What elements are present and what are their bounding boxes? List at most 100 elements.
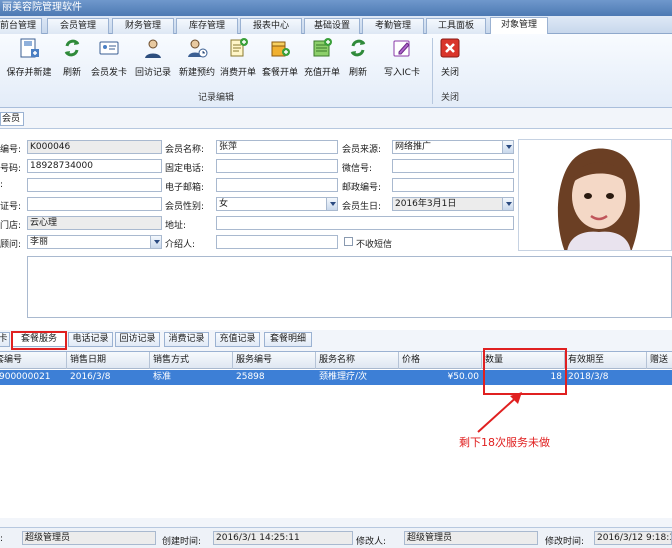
consume-order-icon bbox=[230, 38, 248, 57]
row3-field[interactable] bbox=[27, 178, 162, 192]
id-no-field[interactable] bbox=[27, 197, 162, 211]
cell-gift bbox=[647, 370, 672, 385]
close-label: 关闭 bbox=[440, 68, 459, 78]
grid-header: 套编号 销售日期 销售方式 服务编号 服务名称 价格 数量 有效期至 赠送 bbox=[0, 352, 672, 369]
annotation-box-package-tab bbox=[11, 331, 67, 350]
tab-inventory[interactable]: 库存管理 bbox=[176, 18, 238, 34]
tab-finance[interactable]: 财务管理 bbox=[112, 18, 174, 34]
write-card-button[interactable]: 写入IC卡 bbox=[374, 37, 430, 85]
ribbon-separator bbox=[432, 38, 433, 104]
modifier-label: 修改人: bbox=[356, 537, 387, 547]
new-appointment-icon bbox=[188, 39, 208, 58]
consume-order-button[interactable]: 消费开单 bbox=[218, 37, 258, 85]
member-card-button[interactable]: 会员发卡 bbox=[88, 37, 130, 85]
tab-callback-records[interactable]: 回访记录 bbox=[115, 332, 160, 347]
member-subtab[interactable]: 会员 bbox=[0, 112, 24, 126]
advisor-select[interactable]: 李丽 bbox=[27, 235, 162, 249]
member-source-label: 会员来源: bbox=[342, 145, 382, 155]
save-new-icon bbox=[20, 38, 39, 58]
member-photo[interactable] bbox=[518, 139, 672, 251]
recharge-order-icon bbox=[313, 38, 332, 57]
birthday-label: 会员生日: bbox=[342, 202, 382, 212]
col-package-no[interactable]: 套编号 bbox=[0, 352, 67, 369]
address-field[interactable] bbox=[216, 216, 514, 230]
referrer-label: 介绍人: bbox=[165, 240, 196, 250]
refresh-icon bbox=[350, 39, 366, 57]
modifier-field: 超级管理员 bbox=[404, 531, 538, 545]
chevron-down-icon[interactable] bbox=[150, 236, 161, 248]
tab-settings[interactable]: 基础设置 bbox=[304, 18, 360, 34]
title-bar: 丽美容院管理软件 bbox=[0, 0, 672, 16]
write-card-label: 写入IC卡 bbox=[384, 68, 420, 78]
phone-field[interactable]: 18928734000 bbox=[27, 159, 162, 173]
no-sms-checkbox[interactable] bbox=[344, 237, 353, 246]
package-order-button[interactable]: 套餐开单 bbox=[260, 37, 300, 85]
chevron-down-icon[interactable] bbox=[502, 141, 513, 153]
wechat-field[interactable] bbox=[392, 159, 514, 173]
birthday-picker[interactable]: 2016年3月1日 bbox=[392, 197, 514, 211]
col-sale-method[interactable]: 销售方式 bbox=[150, 352, 233, 369]
tab-card[interactable]: 卡 bbox=[0, 332, 10, 347]
member-name-field[interactable]: 张萍 bbox=[216, 140, 338, 154]
landline-field[interactable] bbox=[216, 159, 338, 173]
col-expiry[interactable]: 有效期至 bbox=[565, 352, 647, 369]
remarks-textarea[interactable] bbox=[27, 256, 672, 318]
callback-record-button[interactable]: 回访记录 bbox=[132, 37, 174, 85]
gender-label: 会员性别: bbox=[165, 202, 205, 212]
recharge-order-button[interactable]: 充值开单 bbox=[302, 37, 342, 85]
tab-object-management[interactable]: 对象管理 bbox=[490, 17, 548, 34]
creator-field: 超级管理员 bbox=[22, 531, 156, 545]
group-record-edit: 记录编辑 bbox=[197, 93, 234, 103]
card-no-label: 编号: bbox=[0, 145, 22, 155]
tab-reports[interactable]: 报表中心 bbox=[240, 18, 302, 34]
chevron-down-icon[interactable] bbox=[502, 198, 513, 210]
cell-service-no: 25898 bbox=[236, 372, 265, 382]
zip-field[interactable] bbox=[392, 178, 514, 192]
save-new-button[interactable]: 保存并新建 bbox=[2, 37, 56, 85]
tab-phone-records[interactable]: 电话记录 bbox=[68, 332, 113, 347]
col-service-name[interactable]: 服务名称 bbox=[316, 352, 399, 369]
cell-price: ¥50.00 bbox=[447, 372, 480, 382]
package-service-grid: 套编号 销售日期 销售方式 服务编号 服务名称 价格 数量 有效期至 赠送 90… bbox=[0, 351, 672, 518]
referrer-field[interactable] bbox=[216, 235, 338, 249]
member-card-label: 会员发卡 bbox=[90, 68, 127, 78]
refresh-button[interactable]: 刷新 bbox=[58, 37, 86, 85]
tab-member[interactable]: 会员管理 bbox=[47, 18, 109, 34]
close-button[interactable]: 关闭 bbox=[436, 37, 464, 85]
cell-package-no: 900000021 bbox=[0, 372, 51, 382]
tab-consume-records[interactable]: 消费记录 bbox=[164, 332, 209, 347]
chevron-down-icon[interactable] bbox=[326, 198, 337, 210]
card-no-field[interactable]: K000046 bbox=[27, 140, 162, 154]
tab-attendance[interactable]: 考勤管理 bbox=[362, 18, 424, 34]
callback-record-label: 回访记录 bbox=[134, 68, 171, 78]
annotation-box-quantity bbox=[483, 348, 567, 395]
store-field[interactable]: 云心理 bbox=[27, 216, 162, 230]
package-order-icon bbox=[271, 41, 290, 57]
email-field[interactable] bbox=[216, 178, 338, 192]
save-new-label: 保存并新建 bbox=[6, 68, 52, 78]
cell-sale-method: 标准 bbox=[153, 372, 172, 382]
consume-order-label: 消费开单 bbox=[219, 68, 256, 78]
tab-package-details[interactable]: 套餐明细 bbox=[264, 332, 312, 347]
refresh-button-2[interactable]: 刷新 bbox=[344, 37, 372, 85]
tab-recharge-records[interactable]: 充值记录 bbox=[215, 332, 260, 347]
annotation-text: 剩下18次服务未做 bbox=[459, 436, 550, 449]
col-price[interactable]: 价格 bbox=[399, 352, 482, 369]
new-appointment-button[interactable]: 新建预约 bbox=[176, 37, 218, 85]
table-row[interactable]: 900000021 2016/3/8 标准 25898 颈椎理疗/次 ¥50.0… bbox=[0, 370, 672, 385]
advisor-value: 李丽 bbox=[30, 237, 49, 247]
tab-tools[interactable]: 工具面板 bbox=[426, 18, 486, 34]
recharge-order-label: 充值开单 bbox=[303, 68, 340, 78]
id-no-label: 证号: bbox=[0, 202, 22, 212]
refresh-label-2: 刷新 bbox=[348, 68, 367, 78]
gender-select[interactable]: 女 bbox=[216, 197, 338, 211]
tab-front-desk[interactable]: 前台管理 bbox=[0, 18, 42, 34]
created-label: 创建时间: bbox=[162, 537, 202, 547]
col-gift[interactable]: 赠送 bbox=[647, 352, 672, 369]
col-service-no[interactable]: 服务编号 bbox=[233, 352, 316, 369]
member-source-select[interactable]: 网络推广 bbox=[392, 140, 514, 154]
col-sale-date[interactable]: 销售日期 bbox=[67, 352, 150, 369]
gender-value: 女 bbox=[219, 199, 229, 209]
refresh-label: 刷新 bbox=[62, 68, 81, 78]
refresh-icon bbox=[64, 39, 80, 57]
